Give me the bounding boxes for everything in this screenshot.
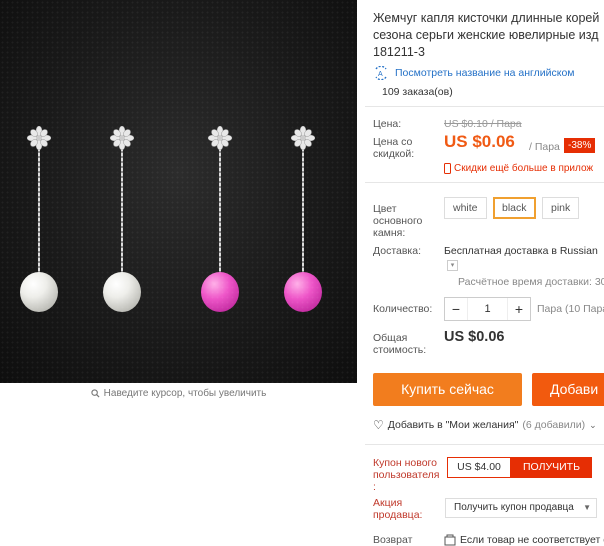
quantity-stepper: − 1 + [444,297,531,321]
divider [365,182,604,183]
title-line: Жемчуг капля кисточки длинные корей [373,11,600,25]
discount-price-label: Цена со скидкой: [373,136,415,160]
total-label: Общая стоимость: [373,332,427,356]
quantity-input[interactable]: 1 [467,298,508,320]
earring-white-1 [19,126,59,316]
returns-info: Если товар не соответствует опи [444,534,604,546]
wishlist-link[interactable]: ♡ Добавить в "Мои желания" (6 добавили) … [373,418,597,432]
app-discount-link[interactable]: Скидки ещё больше в прилож [444,163,593,174]
earring-pink-1 [200,126,240,316]
seller-coupon-dropdown-label: Получить купон продавца [454,502,574,513]
quantity-available: Пара (10 Пара [537,303,604,315]
total-price: US $0.06 [444,329,505,345]
returns-label: Возврат [373,534,413,546]
title-line: 181211-3 [373,45,425,59]
buy-now-button[interactable]: Купить сейчас [373,373,522,406]
returns-text: Если товар не соответствует опи [460,534,604,546]
color-option-black[interactable]: black [493,197,536,219]
quantity-decrease-button[interactable]: − [445,301,467,317]
flower-icon [110,126,134,150]
orders-count: 109 заказа(ов) [382,86,453,98]
quantity-increase-button[interactable]: + [508,301,530,317]
color-option-white[interactable]: white [444,197,487,219]
return-icon [444,534,456,546]
coupon-value: US $4.00 [447,457,511,478]
divider [365,106,604,107]
magnifier-icon [91,389,100,398]
translate-link-text[interactable]: Посмотреть название на английском [395,67,575,79]
divider [365,444,604,445]
price-unit: / Пара [529,141,560,153]
seller-promo-label: Акция продавца: [373,497,423,521]
color-label: Цвет основного камня: [373,203,423,239]
new-user-coupon-label: Купон нового пользователя: [373,457,440,493]
shipping-label: Доставка: [373,245,422,257]
earring-white-2 [102,126,142,316]
chevron-down-icon[interactable]: ⌄ [589,420,597,431]
title-line: сезона серьги женские ювелирные изд [373,28,599,42]
flower-icon [208,126,232,150]
old-price: US $0.10 / Пара [444,118,522,130]
color-option-pink[interactable]: pink [542,197,580,219]
wishlist-count: (6 добавили) [522,419,586,431]
earring-pink-2 [283,126,323,316]
price-label: Цена: [373,118,402,130]
flower-icon [27,126,51,150]
discount-badge: -38% [564,138,596,153]
svg-text:A: A [378,71,383,78]
get-coupon-button[interactable]: ПОЛУЧИТЬ [511,457,592,478]
current-price: US $0.06 [444,132,515,151]
zoom-hint-text: Наведите курсор, чтобы увеличить [103,388,267,399]
caret-down-icon: ▼ [583,503,591,512]
translate-link[interactable]: A Посмотреть название на английском [373,66,575,80]
zoom-hint: Наведите курсор, чтобы увеличить [0,388,357,399]
delivery-eta: Расчётное время доставки: 30-50 [458,276,604,288]
seller-coupon-dropdown[interactable]: Получить купон продавца ▼ [445,498,597,518]
phone-icon [444,163,451,174]
product-image[interactable] [0,0,357,383]
add-to-cart-button[interactable]: Добави [532,373,604,406]
app-discount-text[interactable]: Скидки ещё больше в прилож [454,163,593,174]
product-title: Жемчуг капля кисточки длинные корей сезо… [373,10,604,61]
chevron-down-icon[interactable]: ▾ [447,260,458,271]
wishlist-text[interactable]: Добавить в "Мои желания" [388,419,519,431]
quantity-label: Количество: [373,303,433,315]
shipping-value: Бесплатная доставка в Russian [444,245,598,257]
heart-icon: ♡ [373,418,384,432]
flower-icon [291,126,315,150]
translate-icon: A [375,66,387,80]
